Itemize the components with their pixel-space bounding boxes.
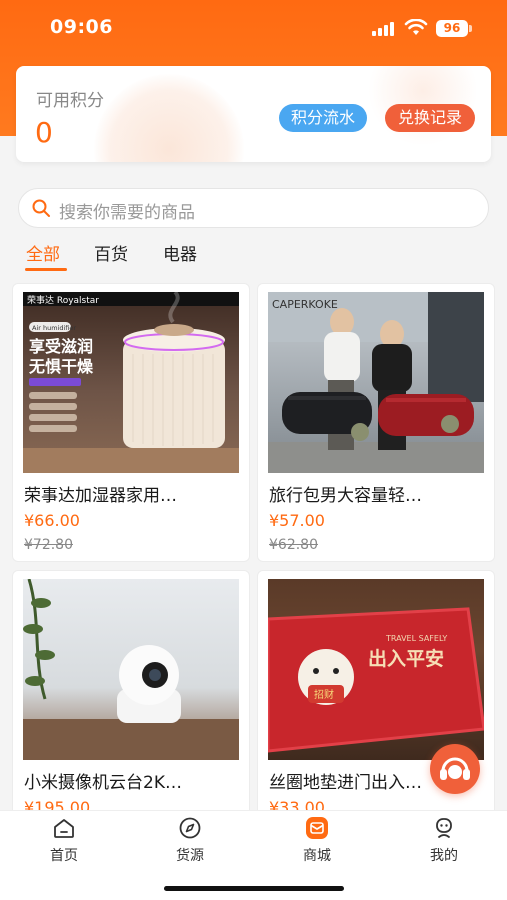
nav-label: 我的	[430, 848, 458, 864]
profile-icon	[436, 818, 452, 838]
mall-icon	[306, 817, 328, 839]
camera-image	[23, 579, 239, 760]
wifi-icon	[404, 19, 428, 35]
card-decoration	[94, 74, 244, 162]
home-icon	[54, 819, 74, 838]
nav-profile[interactable]: 我的	[404, 815, 484, 865]
tab-general-goods[interactable]: 百货	[94, 240, 128, 265]
product-image: TRAVEL SAFELY 出入平安 招财	[268, 579, 484, 760]
points-value: 0	[35, 116, 53, 149]
points-label: 可用积分	[36, 91, 104, 111]
nav-label: 货源	[176, 848, 204, 864]
search-icon	[32, 199, 50, 217]
product-price: ¥66.00	[24, 511, 80, 530]
product-name: 旅行包男大容量轻…	[269, 486, 422, 506]
battery-tip	[469, 25, 472, 32]
product-image	[23, 579, 239, 760]
product-image-brand: 荣事达 Royalstar	[27, 294, 99, 306]
product-image-badge: 招财	[314, 688, 334, 701]
active-tab-indicator	[25, 268, 67, 271]
product-card[interactable]: 荣事达 Royalstar Air humidifier 享受滋润 无惧干燥 荣…	[12, 283, 250, 562]
product-name: 荣事达加湿器家用…	[24, 486, 177, 506]
product-image: 荣事达 Royalstar Air humidifier 享受滋润 无惧干燥	[23, 292, 239, 473]
headset-icon	[440, 757, 470, 780]
status-bar: 09:06 96	[0, 0, 507, 56]
product-image-line2: 无惧干燥	[28, 357, 94, 376]
product-original-price: ¥72.80	[24, 537, 73, 553]
tab-electronics[interactable]: 电器	[163, 240, 197, 265]
exchange-record-button[interactable]: 兑换记录	[385, 104, 475, 132]
search-input[interactable]: 搜索你需要的商品	[59, 198, 195, 223]
product-price: ¥57.00	[269, 511, 325, 530]
search-bar[interactable]: 搜索你需要的商品	[18, 188, 489, 228]
home-indicator	[164, 886, 344, 891]
product-original-price: ¥62.80	[269, 537, 318, 553]
customer-service-button[interactable]	[430, 744, 480, 794]
battery-icon: 96	[436, 20, 468, 37]
status-time: 09:06	[50, 16, 113, 38]
humidifier-image: 荣事达 Royalstar Air humidifier 享受滋润 无惧干燥	[23, 292, 239, 473]
nav-label: 首页	[50, 848, 78, 864]
product-image-brand: CAPERKOKE	[272, 298, 338, 311]
nav-label: 商城	[303, 848, 331, 864]
tab-all[interactable]: 全部	[26, 240, 60, 265]
nav-source[interactable]: 货源	[150, 815, 230, 865]
product-name: 小米摄像机云台2K…	[24, 773, 182, 793]
door-mat-image: TRAVEL SAFELY 出入平安 招财	[268, 607, 484, 753]
points-flow-button[interactable]: 积分流水	[279, 104, 367, 132]
travel-bag-image: CAPERKOKE	[268, 292, 484, 473]
cellular-signal-icon	[372, 22, 394, 36]
product-card[interactable]: CAPERKOKE 旅行包男大容量轻… ¥57.00 ¥62.80	[257, 283, 495, 562]
product-image-line1: 享受滋润	[29, 337, 93, 356]
product-image: CAPERKOKE	[268, 292, 484, 473]
compass-icon	[179, 817, 201, 839]
product-image-tag: Air humidifier	[32, 324, 76, 332]
nav-home[interactable]: 首页	[24, 815, 104, 865]
product-image-slogan: TRAVEL SAFELY	[385, 634, 447, 643]
nav-mall[interactable]: 商城	[277, 815, 357, 865]
product-image-main-text: 出入平安	[368, 647, 444, 670]
product-card[interactable]: 小米摄像机云台2K… ¥195.00	[12, 570, 250, 820]
category-tabs: 全部 百货 电器	[0, 236, 507, 276]
points-card: 可用积分 0 积分流水 兑换记录	[16, 66, 491, 162]
